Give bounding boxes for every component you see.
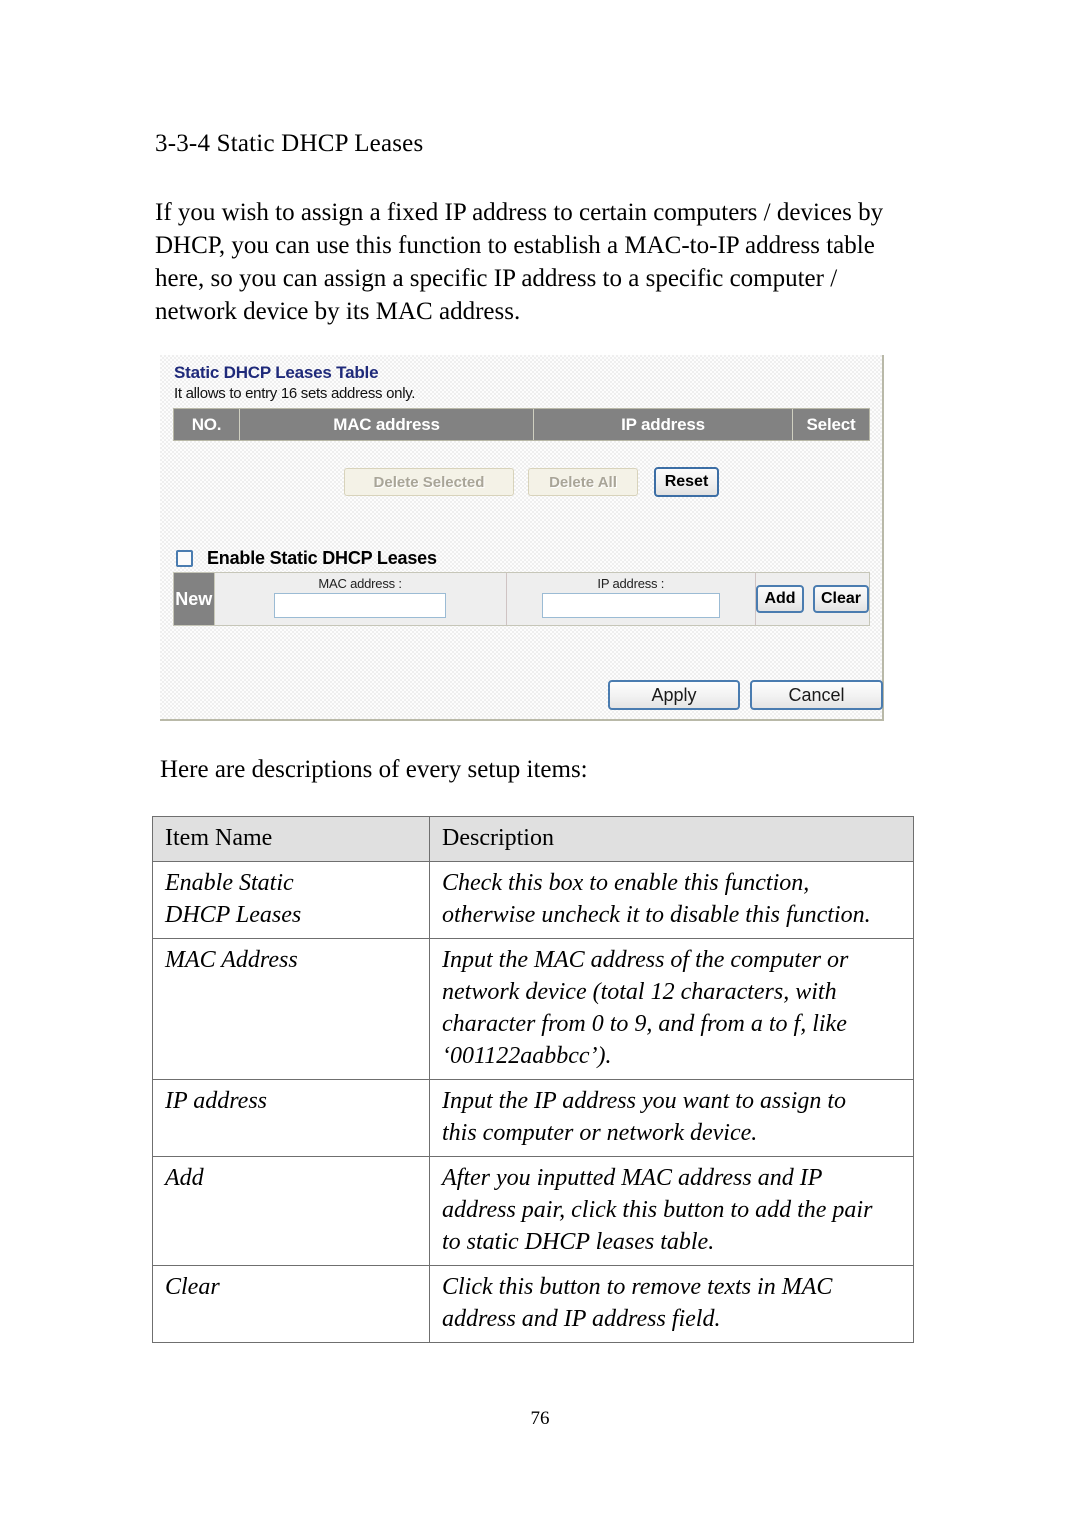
- cell-line: After you inputted MAC address and IP: [442, 1165, 823, 1191]
- cancel-button[interactable]: Cancel: [750, 680, 883, 710]
- cell-line: Enable Static: [165, 870, 294, 896]
- header-description: Description: [429, 816, 914, 862]
- description-table-body: Enable Static DHCP Leases Check this box t…: [152, 861, 914, 1343]
- cell-description: Input the MAC address of the computer or…: [429, 938, 914, 1080]
- cell-item-name: MAC Address: [152, 938, 430, 1080]
- apply-button[interactable]: Apply: [608, 680, 740, 710]
- cell-line: Clear: [165, 1274, 220, 1300]
- reset-button[interactable]: Reset: [654, 467, 719, 497]
- cell-item-name: Add: [152, 1156, 430, 1266]
- cell-description: Check this box to enable this function, o…: [429, 861, 914, 939]
- cell-line: address pair, click this button to add t…: [442, 1197, 873, 1223]
- table-row: MAC Address Input the MAC address of the …: [152, 938, 914, 1080]
- cell-line: this computer or network device.: [442, 1120, 758, 1146]
- mac-address-field-cell: MAC address :: [215, 573, 507, 625]
- enable-static-dhcp-leases-row[interactable]: Enable Static DHCP Leases: [176, 548, 437, 569]
- ip-address-input[interactable]: [541, 593, 720, 618]
- mac-address-input[interactable]: [274, 593, 447, 618]
- table-row: Enable Static DHCP Leases Check this box t…: [152, 861, 914, 939]
- document-page: 3-3-4 Static DHCP Leases If you wish to …: [0, 0, 1080, 1527]
- new-entry-row: New MAC address : IP address : Add Clear: [173, 572, 870, 626]
- static-dhcp-leases-table: NO. MAC address IP address Select: [173, 408, 870, 441]
- table-actions-row: Delete Selected Delete All Reset: [160, 467, 884, 498]
- cell-line: to static DHCP leases table.: [442, 1229, 715, 1255]
- table-row: IP address Input the IP address you want …: [152, 1079, 914, 1157]
- ip-address-label: IP address :: [597, 576, 665, 591]
- column-header-ip-address: IP address: [534, 409, 793, 440]
- column-header-no: NO.: [174, 409, 240, 440]
- cell-description: Input the IP address you want to assign …: [429, 1079, 914, 1157]
- cell-line: Input the IP address you want to assign …: [442, 1088, 846, 1114]
- table-row: Add After you inputted MAC address and IP…: [152, 1156, 914, 1266]
- cell-line: Check this box to enable this function,: [442, 870, 810, 896]
- cell-description: Click this button to remove texts in MAC…: [429, 1265, 914, 1343]
- cell-line: Input the MAC address of the computer or: [442, 947, 849, 973]
- cell-line: otherwise uncheck it to disable this fun…: [442, 902, 871, 928]
- table-row: Clear Click this button to remove texts i…: [152, 1265, 914, 1343]
- mid-paragraph: Here are descriptions of every setup ite…: [160, 756, 588, 783]
- cell-line: IP address: [165, 1088, 267, 1114]
- cell-line: character from 0 to 9, and from a to f, …: [442, 1011, 847, 1037]
- cell-line: Add: [165, 1165, 204, 1191]
- cell-description: After you inputted MAC address and IP add…: [429, 1156, 914, 1266]
- cell-line: DHCP Leases: [165, 902, 302, 928]
- mac-address-label: MAC address :: [318, 576, 402, 591]
- cell-line: MAC Address: [165, 947, 298, 973]
- cell-item-name: Clear: [152, 1265, 430, 1343]
- page-title: 3-3-4 Static DHCP Leases: [155, 130, 424, 157]
- cell-item-name: Enable Static DHCP Leases: [152, 861, 430, 939]
- router-ui-screenshot: Static DHCP Leases Table It allows to en…: [160, 355, 884, 721]
- enable-static-dhcp-leases-checkbox[interactable]: [176, 550, 193, 567]
- cell-line: address and IP address field.: [442, 1306, 721, 1332]
- enable-static-dhcp-leases-label: Enable Static DHCP Leases: [207, 548, 437, 568]
- cell-line: network device (total 12 characters, wit…: [442, 979, 837, 1005]
- add-button[interactable]: Add: [756, 585, 804, 613]
- cell-item-name: IP address: [152, 1079, 430, 1157]
- panel-title: Static DHCP Leases Table: [174, 363, 379, 382]
- ip-address-field-cell: IP address :: [507, 573, 756, 625]
- new-entry-buttons: Add Clear: [756, 573, 869, 625]
- delete-selected-button[interactable]: Delete Selected: [344, 468, 514, 496]
- intro-paragraph: If you wish to assign a fixed IP address…: [155, 199, 884, 325]
- page-number: 76: [530, 1408, 550, 1429]
- column-header-mac-address: MAC address: [240, 409, 534, 440]
- cell-line: ‘001122aabbcc’).: [442, 1043, 612, 1069]
- column-header-select: Select: [793, 409, 869, 440]
- delete-all-button[interactable]: Delete All: [528, 468, 638, 496]
- panel-subtitle: It allows to entry 16 sets address only.: [174, 385, 416, 402]
- cell-line: Click this button to remove texts in MAC: [442, 1274, 833, 1300]
- header-item-name: Item Name: [152, 816, 430, 862]
- table-header-row: Item Name Description: [152, 816, 914, 862]
- new-entry-tag: New: [174, 573, 215, 625]
- clear-button[interactable]: Clear: [813, 585, 869, 613]
- setup-items-description-table: Item Name Description Enable Static DHCP …: [152, 816, 914, 1343]
